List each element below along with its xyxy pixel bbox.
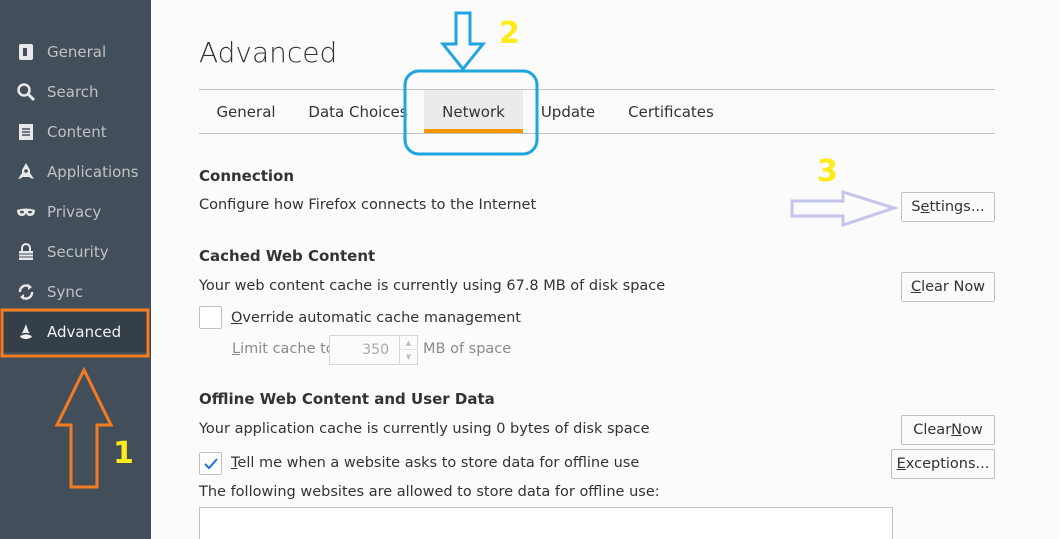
sidebar-item-general[interactable]: General (0, 32, 151, 72)
tab-network[interactable]: Network (424, 90, 523, 133)
button-label-part: ow (962, 422, 983, 438)
cache-unit-label: MB of space (423, 341, 512, 357)
checkmark-icon (203, 457, 218, 469)
sidebar-item-applications[interactable]: Applications (0, 152, 151, 192)
step-number-1: 1 (113, 436, 134, 471)
accesskey: E (896, 456, 906, 472)
sync-icon (15, 281, 37, 303)
connection-description: Configure how Firefox connects to the In… (199, 197, 537, 213)
sidebar-item-security[interactable]: Security (0, 232, 151, 272)
tell-me-checkbox[interactable] (199, 452, 222, 475)
sidebar-item-label: Security (47, 243, 109, 261)
button-label-part: ttings... (929, 199, 985, 215)
right-arrow-icon (790, 189, 899, 228)
offline-content-heading: Offline Web Content and User Data (199, 390, 495, 408)
privacy-icon (15, 201, 37, 223)
tab-bar: General Data Choices Network Update Cert… (199, 89, 995, 134)
accesskey: C (910, 279, 922, 295)
sidebar-item-label: Applications (47, 163, 139, 181)
stepper-arrows: ▲ ▼ (399, 336, 417, 364)
general-icon (15, 41, 37, 63)
stepper-up-icon[interactable]: ▲ (400, 336, 417, 350)
cached-content-description: Your web content cache is currently usin… (199, 278, 666, 294)
button-label-part: Clear (913, 422, 952, 438)
sidebar-item-label: Sync (47, 283, 84, 301)
settings-button[interactable]: Se ttings... (901, 192, 995, 222)
step-number-2: 2 (499, 16, 520, 51)
exceptions-button[interactable]: Exceptions... (891, 449, 995, 479)
cache-size-value: 350 (362, 342, 389, 358)
sidebar-item-label: Content (47, 123, 107, 141)
content-icon (15, 121, 37, 143)
tab-general[interactable]: General (199, 90, 293, 133)
sidebar-item-advanced[interactable]: Advanced (0, 312, 151, 352)
override-cache-checkbox[interactable] (199, 306, 222, 329)
accesskey: L (232, 341, 241, 357)
label-part: ell me when a website asks to store data… (237, 455, 640, 471)
cache-size-stepper[interactable]: 350 ▲ ▼ (329, 335, 418, 365)
button-label-part: lear Now (921, 279, 986, 295)
stepper-down-icon[interactable]: ▼ (400, 350, 417, 364)
page-title: Advanced (199, 36, 338, 69)
clear-cache-button[interactable]: Clear Now (901, 272, 995, 302)
tab-certificates[interactable]: Certificates (625, 90, 717, 133)
sidebar-item-label: General (47, 43, 107, 61)
tab-data-choices[interactable]: Data Choices (303, 90, 413, 133)
sidebar-item-label: Privacy (47, 203, 102, 221)
sidebar-item-privacy[interactable]: Privacy (0, 192, 151, 232)
label-part: verride automatic cache management (242, 310, 521, 326)
sidebar-item-search[interactable]: Search (0, 72, 151, 112)
limit-cache-label: Limit cache to (232, 341, 335, 357)
clear-offline-button[interactable]: Clear Now (901, 415, 995, 445)
offline-sites-list[interactable] (199, 507, 893, 539)
button-label-part: S (911, 199, 921, 215)
connection-heading: Connection (199, 167, 295, 185)
accesskey: N (951, 422, 963, 438)
accesskey: e (920, 199, 930, 215)
label-part: imit cache to (240, 341, 335, 357)
accesskey: O (231, 310, 243, 326)
sidebar-item-label: Advanced (47, 323, 122, 341)
override-cache-label[interactable]: Override automatic cache management (231, 310, 521, 326)
cached-content-heading: Cached Web Content (199, 247, 376, 265)
offline-content-description: Your application cache is currently usin… (199, 421, 650, 437)
step-number-3: 3 (817, 154, 838, 189)
button-label-part: xceptions... (905, 456, 990, 472)
advanced-icon (15, 321, 37, 343)
sidebar-item-label: Search (47, 83, 99, 101)
applications-icon (15, 161, 37, 183)
search-icon (15, 81, 37, 103)
sidebar-item-content[interactable]: Content (0, 112, 151, 152)
security-icon (15, 241, 37, 263)
down-arrow-icon (439, 11, 487, 72)
offline-list-label: The following websites are allowed to st… (199, 484, 660, 500)
tell-me-label[interactable]: Tell me when a website asks to store dat… (231, 455, 639, 471)
tab-update[interactable]: Update (533, 90, 603, 133)
sidebar-item-sync[interactable]: Sync (0, 272, 151, 312)
